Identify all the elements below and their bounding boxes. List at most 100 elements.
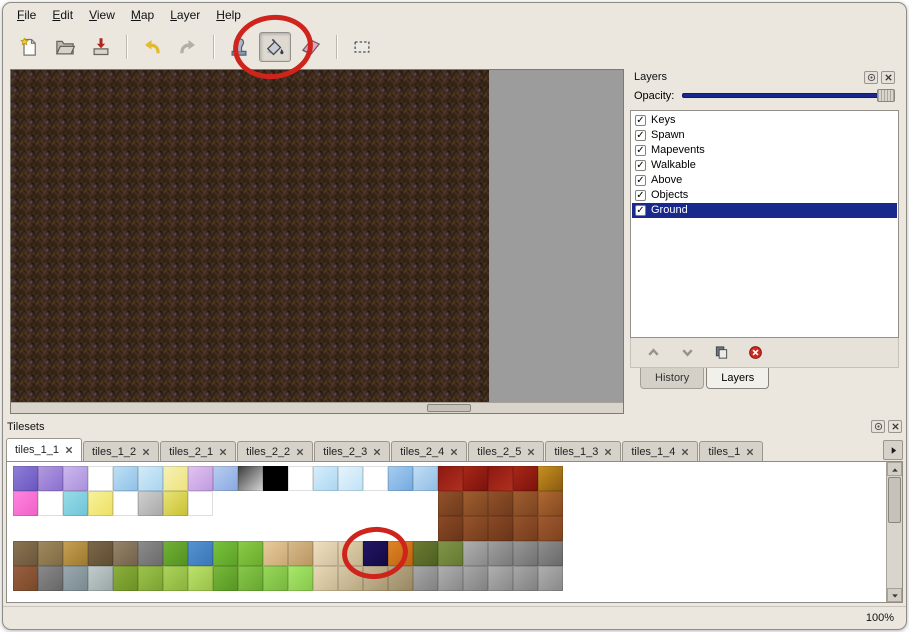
tileset-tile[interactable] [163,491,188,516]
tileset-tile[interactable] [88,541,113,566]
tileset-tile[interactable] [213,541,238,566]
scroll-down-button[interactable] [887,588,902,602]
tileset-tile[interactable] [63,566,88,591]
tileset-tile[interactable] [513,516,538,541]
tileset-tab-tiles_1[interactable]: tiles_1 [699,441,763,461]
tileset-tile[interactable] [538,541,563,566]
tileset-tile[interactable] [138,566,163,591]
tileset-tile[interactable] [438,541,463,566]
tileset-tile[interactable] [288,566,313,591]
tileset-vscrollbar[interactable] [886,462,902,602]
tab-close-icon[interactable] [746,448,754,456]
tileset-tab-tiles_1_2[interactable]: tiles_1_2 [83,441,159,461]
tileset-tile[interactable] [263,466,288,491]
tileset-tile[interactable] [413,466,438,491]
tileset-tile[interactable] [238,466,263,491]
tileset-tile[interactable] [538,516,563,541]
tileset-tile[interactable] [138,491,163,516]
tileset-tab-tiles_2_5[interactable]: tiles_2_5 [468,441,544,461]
fill-tool-button[interactable] [259,32,291,62]
tileset-tile[interactable] [488,541,513,566]
open-button[interactable] [49,32,81,62]
tileset-tile[interactable] [463,491,488,516]
layer-visibility-checkbox[interactable]: ✓ [635,160,646,171]
layer-row-above[interactable]: ✓Above [632,173,897,188]
delete-layer-button[interactable] [743,341,767,363]
tileset-tile[interactable] [413,541,438,566]
tileset-tile[interactable] [413,566,438,591]
tileset-tab-tiles_1_1[interactable]: tiles_1_1 [6,438,82,461]
tileset-tile[interactable] [13,541,38,566]
opacity-slider-handle[interactable] [877,89,895,102]
tileset-tile[interactable] [538,491,563,516]
tileset-tile[interactable] [288,466,313,491]
tileset-tile[interactable] [238,566,263,591]
tileset-tab-tiles_2_4[interactable]: tiles_2_4 [391,441,467,461]
menu-layer[interactable]: Layer [162,5,208,25]
tileset-tile[interactable] [313,566,338,591]
tileset-tile[interactable] [38,566,63,591]
tab-close-icon[interactable] [527,448,535,456]
tileset-tile[interactable] [463,566,488,591]
map-canvas[interactable] [11,70,489,402]
tileset-tile[interactable] [338,541,363,566]
tileset-tile[interactable] [88,466,113,491]
raise-layer-button[interactable] [641,341,665,363]
menu-file[interactable]: File [9,5,44,25]
eraser-tool-button[interactable] [295,32,327,62]
lower-layer-button[interactable] [675,341,699,363]
tileset-tile[interactable] [188,566,213,591]
layers-panel-close-button[interactable] [881,71,895,84]
stamp-tool-button[interactable] [223,32,255,62]
tileset-tile[interactable] [13,491,38,516]
tileset-tile[interactable] [163,466,188,491]
tileset-tile[interactable] [113,466,138,491]
opacity-slider[interactable] [682,89,895,103]
redo-button[interactable] [172,32,204,62]
tileset-tile[interactable] [88,491,113,516]
map-hscrollbar-thumb[interactable] [427,404,471,412]
tileset-tile[interactable] [113,541,138,566]
tab-close-icon[interactable] [450,448,458,456]
tileset-tile[interactable] [88,566,113,591]
tab-close-icon[interactable] [65,446,73,454]
menu-help[interactable]: Help [208,5,249,25]
tileset-tile[interactable] [338,466,363,491]
tileset-tile[interactable] [38,491,63,516]
tileset-tab-tiles_2_3[interactable]: tiles_2_3 [314,441,390,461]
tileset-tile[interactable] [463,466,488,491]
tileset-tile[interactable] [488,466,513,491]
tileset-tile[interactable] [463,541,488,566]
duplicate-layer-button[interactable] [709,341,733,363]
tileset-tile[interactable] [363,466,388,491]
opacity-slider-track[interactable] [682,93,895,98]
tileset-tile[interactable] [513,466,538,491]
layer-visibility-checkbox[interactable]: ✓ [635,175,646,186]
tileset-tile[interactable] [538,466,563,491]
tileset-tab-tiles_1_4[interactable]: tiles_1_4 [622,441,698,461]
scroll-up-button[interactable] [887,462,902,476]
tileset-tile[interactable] [63,466,88,491]
layer-row-spawn[interactable]: ✓Spawn [632,128,897,143]
tileset-tile[interactable] [488,491,513,516]
select-tool-button[interactable] [346,32,378,62]
tab-close-icon[interactable] [681,448,689,456]
layer-visibility-checkbox[interactable]: ✓ [635,115,646,126]
tileset-tile[interactable] [263,566,288,591]
tilesets-panel-close-button[interactable] [888,420,902,433]
tileset-tile[interactable] [488,566,513,591]
tileset-tile[interactable] [113,566,138,591]
tileset-tile[interactable] [238,541,263,566]
tileset-tile[interactable] [263,541,288,566]
layer-row-mapevents[interactable]: ✓Mapevents [632,143,897,158]
tileset-tile[interactable] [388,541,413,566]
layer-row-ground[interactable]: ✓Ground [632,203,897,218]
tab-close-icon[interactable] [604,448,612,456]
tileset-tile[interactable] [338,566,363,591]
tileset-tile[interactable] [13,566,38,591]
save-button[interactable] [85,32,117,62]
tileset-tile[interactable] [313,541,338,566]
tileset-tile[interactable] [163,541,188,566]
tileset-tile[interactable] [513,491,538,516]
tab-close-icon[interactable] [219,448,227,456]
